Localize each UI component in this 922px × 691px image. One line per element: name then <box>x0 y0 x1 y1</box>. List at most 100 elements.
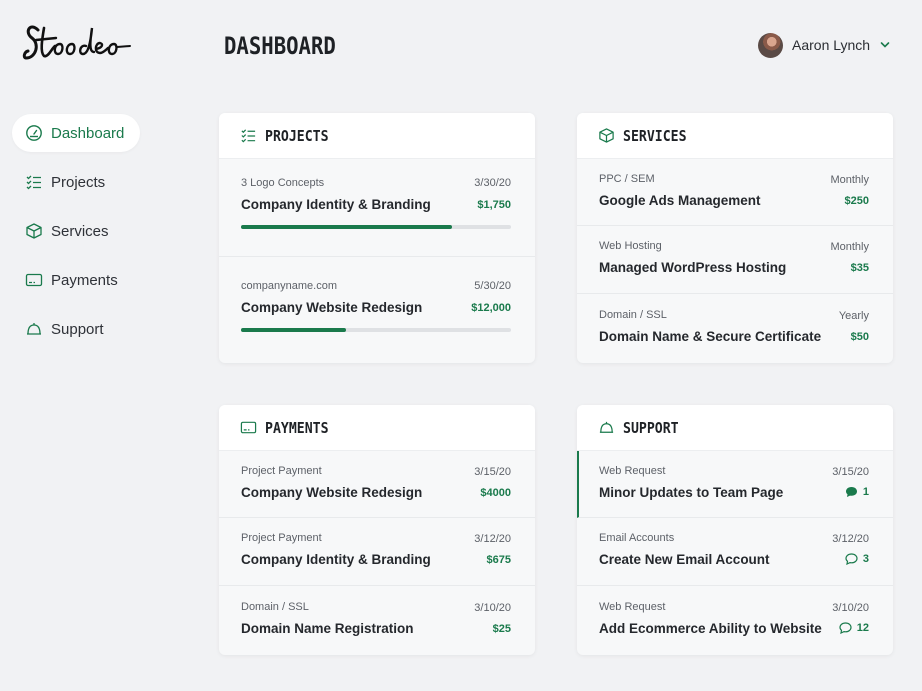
ticket-date: 3/15/20 <box>832 466 869 478</box>
sidebar: Dashboard Projects Services Payments Sup… <box>12 114 140 359</box>
comment-count[interactable]: 3 <box>845 553 869 565</box>
project-row[interactable]: companyname.com Company Website Redesign… <box>219 257 535 361</box>
project-date: 3/30/20 <box>474 177 511 189</box>
sidebar-item-label: Projects <box>51 173 106 191</box>
ticket-title[interactable]: Create New Email Account <box>599 552 770 567</box>
support-ticket-row[interactable]: Web Request Add Ecommerce Ability to Web… <box>577 586 893 654</box>
checklist-icon <box>26 175 41 190</box>
services-card: SERVICES PPC / SEM Google Ads Management… <box>577 113 893 363</box>
progress-fill <box>241 225 452 229</box>
project-name[interactable]: Company Website Redesign <box>241 300 422 315</box>
box-icon <box>599 128 614 143</box>
payment-date: 3/12/20 <box>474 533 511 545</box>
payment-name[interactable]: Company Identity & Branding <box>241 552 431 567</box>
service-period: Monthly <box>830 174 869 186</box>
comment-count[interactable]: 1 <box>845 486 869 498</box>
sidebar-item-label: Services <box>51 222 109 240</box>
comment-icon <box>845 553 858 565</box>
payment-name[interactable]: Company Website Redesign <box>241 485 422 500</box>
project-amount: $12,000 <box>471 302 511 314</box>
ticket-category: Web Request <box>599 601 666 613</box>
credit-card-icon <box>25 273 43 287</box>
payments-card: PAYMENTS Project Payment Company Website… <box>219 405 535 655</box>
payment-name[interactable]: Domain Name Registration <box>241 621 414 636</box>
payments-card-header: PAYMENTS <box>219 405 535 451</box>
project-row[interactable]: 3 Logo Concepts Company Identity & Brand… <box>219 159 535 257</box>
project-date: 5/30/20 <box>474 280 511 292</box>
sidebar-item-payments[interactable]: Payments <box>12 261 140 299</box>
progress-fill <box>241 328 347 332</box>
user-menu[interactable]: Aaron Lynch <box>758 32 890 58</box>
projects-card-header: PROJECTS <box>219 113 535 159</box>
service-amount: $35 <box>850 262 869 274</box>
card-title: PAYMENTS <box>265 418 329 437</box>
support-ticket-row[interactable]: Web Request Minor Updates to Team Page 3… <box>577 451 893 518</box>
sidebar-item-label: Support <box>51 320 104 338</box>
service-amount: $250 <box>844 195 869 207</box>
project-name[interactable]: Company Identity & Branding <box>241 197 431 212</box>
chevron-down-icon[interactable] <box>880 40 890 50</box>
service-category: Web Hosting <box>599 240 662 252</box>
payment-row[interactable]: Project Payment Company Website Redesign… <box>219 451 535 518</box>
comment-count-value: 3 <box>862 553 869 565</box>
avatar[interactable] <box>758 32 783 58</box>
progress-bar <box>241 328 511 332</box>
ticket-date: 3/10/20 <box>832 602 869 614</box>
payment-date: 3/10/20 <box>474 602 511 614</box>
ticket-category: Web Request <box>599 465 666 477</box>
service-amount: $50 <box>850 331 869 343</box>
progress-bar <box>241 225 511 229</box>
service-name[interactable]: Google Ads Management <box>599 193 761 208</box>
service-name[interactable]: Domain Name & Secure Certificate <box>599 329 821 344</box>
payment-amount: $25 <box>492 623 511 635</box>
services-card-header: SERVICES <box>577 113 893 159</box>
box-icon <box>26 223 42 239</box>
bell-icon <box>599 421 614 433</box>
page-title: DASHBOARD <box>224 32 336 60</box>
payment-amount: $675 <box>486 554 511 566</box>
user-name[interactable]: Aaron Lynch <box>792 37 870 53</box>
card-title: SERVICES <box>623 126 687 145</box>
service-period: Yearly <box>838 310 869 322</box>
support-ticket-row[interactable]: Email Accounts Create New Email Account … <box>577 518 893 586</box>
project-amount: $1,750 <box>477 199 511 211</box>
card-title: PROJECTS <box>265 126 329 145</box>
sidebar-item-label: Dashboard <box>51 124 125 142</box>
sidebar-item-projects[interactable]: Projects <box>12 163 140 201</box>
comment-filled-icon <box>845 487 857 497</box>
service-period: Monthly <box>830 241 869 253</box>
payment-row[interactable]: Domain / SSL Domain Name Registration 3/… <box>219 586 535 654</box>
service-row[interactable]: Web Hosting Managed WordPress Hosting Mo… <box>577 226 893 294</box>
projects-card: PROJECTS 3 Logo Concepts Company Identit… <box>219 113 535 363</box>
comment-count-value: 1 <box>862 486 869 498</box>
service-category: Domain / SSL <box>599 309 667 321</box>
project-subtitle: companyname.com <box>241 280 337 292</box>
service-name[interactable]: Managed WordPress Hosting <box>599 260 786 275</box>
payment-date: 3/15/20 <box>474 466 511 478</box>
credit-card-icon <box>240 421 257 434</box>
payment-row[interactable]: Project Payment Company Identity & Brand… <box>219 518 535 586</box>
payment-amount: $4000 <box>480 487 511 499</box>
card-title: SUPPORT <box>623 418 679 437</box>
ticket-title[interactable]: Minor Updates to Team Page <box>599 485 783 500</box>
stoodeo-logo[interactable] <box>22 18 134 74</box>
service-row[interactable]: PPC / SEM Google Ads Management Monthly … <box>577 159 893 226</box>
payment-type: Project Payment <box>241 532 322 544</box>
bell-icon <box>27 323 41 335</box>
comment-count[interactable]: 12 <box>839 622 869 634</box>
service-row[interactable]: Domain / SSL Domain Name & Secure Certif… <box>577 294 893 362</box>
comment-icon <box>839 622 852 634</box>
ticket-title[interactable]: Add Ecommerce Ability to Website <box>599 621 822 636</box>
support-card-header: SUPPORT <box>577 405 893 451</box>
comment-count-value: 12 <box>856 622 869 634</box>
sidebar-item-services[interactable]: Services <box>12 212 140 250</box>
gauge-icon <box>26 125 42 141</box>
sidebar-item-dashboard[interactable]: Dashboard <box>12 114 140 152</box>
service-category: PPC / SEM <box>599 173 655 185</box>
ticket-date: 3/12/20 <box>832 533 869 545</box>
sidebar-item-support[interactable]: Support <box>12 310 140 348</box>
payment-type: Project Payment <box>241 465 322 477</box>
support-card: SUPPORT Web Request Minor Updates to Tea… <box>577 405 893 655</box>
payment-type: Domain / SSL <box>241 601 309 613</box>
sidebar-item-label: Payments <box>51 271 118 289</box>
